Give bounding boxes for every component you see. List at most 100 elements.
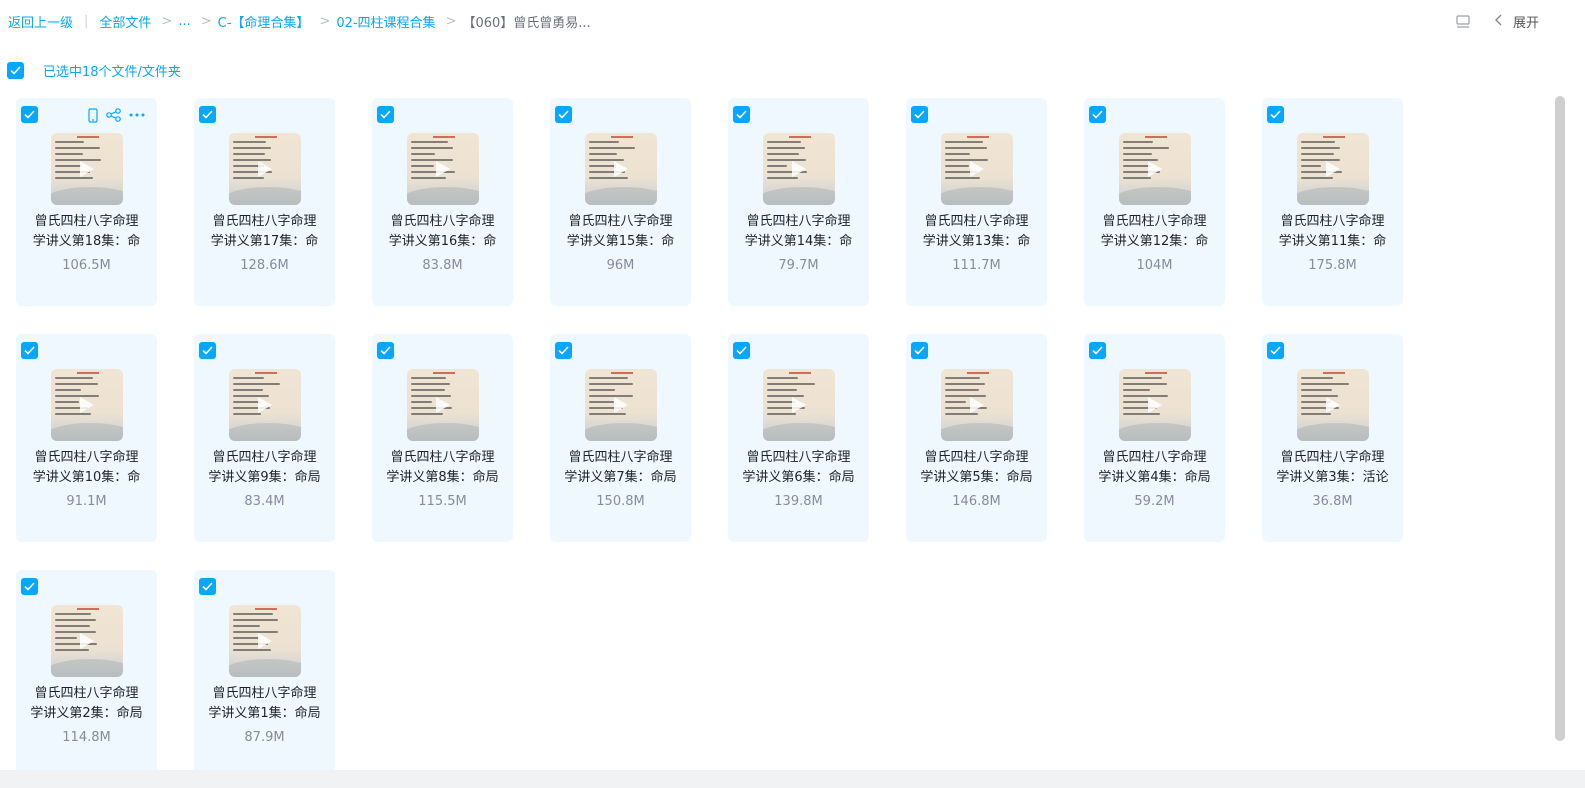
file-checkbox[interactable]: [21, 578, 38, 595]
file-name-line-2: 学讲义第18集：命: [32, 234, 141, 249]
thumbnail-text-line: [55, 619, 96, 621]
video-thumbnail: [229, 605, 301, 677]
check-icon: [558, 346, 569, 355]
thumbnail-title-mark: [77, 372, 99, 374]
check-icon: [914, 346, 925, 355]
check-icon: [202, 110, 213, 119]
thumbnail-landscape: [941, 187, 1013, 205]
file-card[interactable]: 曾氏四柱八字命理 学讲义第8集：命局 115.5M: [372, 334, 513, 542]
back-link[interactable]: 返回上一级: [8, 12, 73, 31]
file-card[interactable]: 曾氏四柱八字命理 学讲义第15集：命 96M: [550, 98, 691, 306]
phone-icon[interactable]: [88, 107, 98, 123]
breadcrumb-path-2[interactable]: 02-四柱课程合集: [336, 12, 435, 31]
play-icon: [792, 397, 806, 413]
thumbnail-text-line: [411, 177, 446, 179]
file-checkbox[interactable]: [733, 342, 750, 359]
file-card[interactable]: 曾氏四柱八字命理 学讲义第5集：命局 146.8M: [906, 334, 1047, 542]
file-checkbox[interactable]: [377, 342, 394, 359]
file-checkbox[interactable]: [733, 106, 750, 123]
play-icon: [258, 161, 272, 177]
thumbnail-landscape: [229, 659, 301, 677]
thumbnail-text-line: [55, 141, 84, 143]
file-card[interactable]: 曾氏四柱八字命理 学讲义第7集：命局 150.8M: [550, 334, 691, 542]
thumbnail-landscape: [51, 659, 123, 677]
expand-button[interactable]: 展开: [1494, 12, 1539, 31]
file-card[interactable]: 曾氏四柱八字命理 学讲义第10集：命 91.1M: [16, 334, 157, 542]
file-checkbox[interactable]: [21, 342, 38, 359]
file-name-line-2: 学讲义第15集：命: [566, 234, 675, 249]
file-card[interactable]: 曾氏四柱八字命理 学讲义第18集：命 106.5M: [16, 98, 157, 306]
thumbnail-text-line: [945, 147, 988, 149]
file-name-line-2: 学讲义第8集：命局: [386, 470, 499, 485]
breadcrumb-path-1[interactable]: C-【命理合集】: [218, 12, 310, 31]
thumbnail-text-line: [589, 413, 626, 415]
file-card[interactable]: 曾氏四柱八字命理 学讲义第6集：命局 139.8M: [728, 334, 869, 542]
file-checkbox[interactable]: [199, 106, 216, 123]
thumbnail-landscape: [229, 423, 301, 441]
file-name: 曾氏四柱八字命理 学讲义第18集：命: [16, 212, 157, 252]
more-icon[interactable]: [129, 113, 145, 117]
list-layout-icon[interactable]: [1455, 14, 1471, 30]
check-icon: [380, 346, 391, 355]
video-thumbnail: [585, 133, 657, 205]
thumbnail-text-line: [945, 389, 980, 391]
file-checkbox[interactable]: [199, 578, 216, 595]
file-name-line-1: 曾氏四柱八字命理: [34, 214, 139, 229]
breadcrumb-all-files[interactable]: 全部文件: [99, 12, 151, 31]
thumbnail-title-mark: [611, 136, 633, 138]
file-card[interactable]: 曾氏四柱八字命理 学讲义第13集：命 111.7M: [906, 98, 1047, 306]
file-name-line-1: 曾氏四柱八字命理: [34, 686, 139, 701]
file-checkbox[interactable]: [1089, 342, 1106, 359]
file-checkbox[interactable]: [377, 106, 394, 123]
share-icon[interactable]: [106, 108, 121, 122]
thumbnail-text-line: [1301, 165, 1322, 167]
file-checkbox[interactable]: [1267, 342, 1284, 359]
file-checkbox[interactable]: [555, 342, 572, 359]
file-card[interactable]: 曾氏四柱八字命理 学讲义第11集：命 175.8M: [1262, 98, 1403, 306]
file-name: 曾氏四柱八字命理 学讲义第5集：命局: [906, 448, 1047, 488]
breadcrumb-separator-icon: >: [161, 14, 173, 29]
thumbnail-title-mark: [1145, 136, 1167, 138]
thumbnail-text-line: [233, 141, 267, 143]
file-card[interactable]: 曾氏四柱八字命理 学讲义第12集：命 104M: [1084, 98, 1225, 306]
file-card[interactable]: 曾氏四柱八字命理 学讲义第1集：命局 87.9M: [194, 570, 335, 778]
file-card[interactable]: 曾氏四柱八字命理 学讲义第14集：命 79.7M: [728, 98, 869, 306]
thumbnail-landscape: [585, 187, 657, 205]
file-checkbox[interactable]: [21, 106, 38, 123]
file-card[interactable]: 曾氏四柱八字命理 学讲义第16集：命 83.8M: [372, 98, 513, 306]
file-name-line-1: 曾氏四柱八字命理: [212, 214, 317, 229]
video-thumbnail: [941, 369, 1013, 441]
file-checkbox[interactable]: [555, 106, 572, 123]
video-thumbnail: [51, 369, 123, 441]
vertical-scrollbar[interactable]: [1555, 96, 1565, 741]
select-all-checkbox[interactable]: [7, 61, 24, 79]
file-checkbox[interactable]: [1089, 106, 1106, 123]
breadcrumb-divider: |: [84, 14, 89, 29]
file-name-line-2: 学讲义第12集：命: [1100, 234, 1209, 249]
file-card[interactable]: 曾氏四柱八字命理 学讲义第3集：活论 36.8M: [1262, 334, 1403, 542]
file-card[interactable]: 曾氏四柱八字命理 学讲义第9集：命局 83.4M: [194, 334, 335, 542]
file-card[interactable]: 曾氏四柱八字命理 学讲义第4集：命局 59.2M: [1084, 334, 1225, 542]
file-checkbox[interactable]: [1267, 106, 1284, 123]
play-icon: [258, 397, 272, 413]
play-icon: [1326, 397, 1340, 413]
check-icon: [202, 346, 213, 355]
check-icon: [1270, 346, 1281, 355]
file-name: 曾氏四柱八字命理 学讲义第2集：命局: [16, 684, 157, 724]
check-icon: [380, 110, 391, 119]
thumbnail-text-line: [767, 383, 815, 385]
file-card[interactable]: 曾氏四柱八字命理 学讲义第17集：命 128.6M: [194, 98, 335, 306]
breadcrumb-ellipsis[interactable]: ...: [178, 14, 190, 29]
file-checkbox[interactable]: [199, 342, 216, 359]
thumbnail-text-line: [233, 389, 263, 391]
video-thumbnail: [1297, 133, 1369, 205]
video-thumbnail: [585, 369, 657, 441]
thumbnail-text-line: [55, 383, 98, 385]
file-name-line-1: 曾氏四柱八字命理: [1280, 450, 1385, 465]
file-name-line-1: 曾氏四柱八字命理: [390, 214, 495, 229]
thumbnail-text-line: [767, 377, 799, 379]
file-checkbox[interactable]: [911, 342, 928, 359]
thumbnail-landscape: [407, 423, 479, 441]
file-card[interactable]: 曾氏四柱八字命理 学讲义第2集：命局 114.8M: [16, 570, 157, 778]
file-checkbox[interactable]: [911, 106, 928, 123]
